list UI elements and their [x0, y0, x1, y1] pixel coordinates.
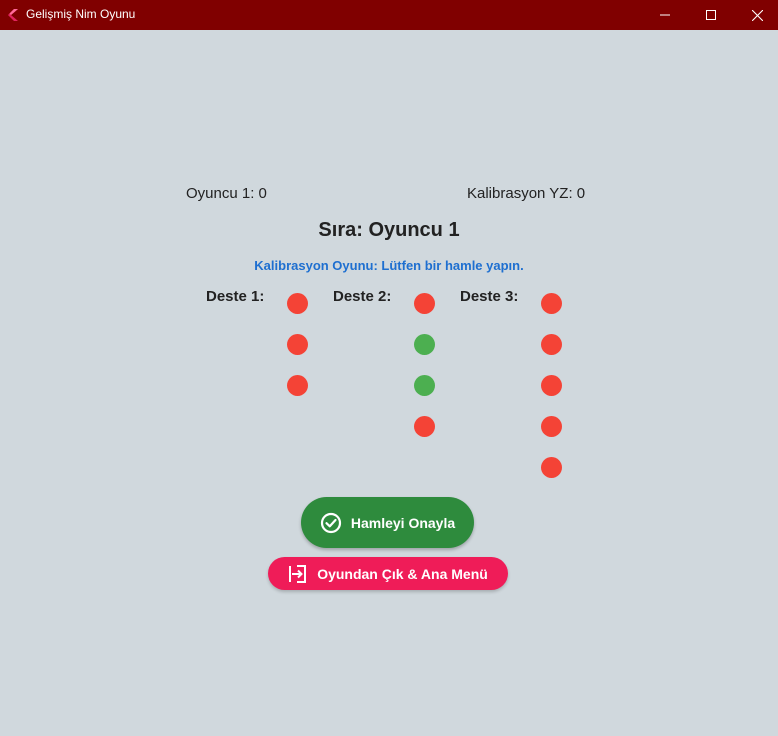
close-icon: [751, 9, 763, 21]
pile-2-stick[interactable]: [414, 375, 435, 396]
status-message: Kalibrasyon Oyunu: Lütfen bir hamle yapı…: [254, 258, 524, 273]
title-bar: Gelişmiş Nim Oyunu: [0, 0, 778, 30]
pile-3-stick[interactable]: [541, 457, 562, 478]
check-circle-icon: [320, 512, 341, 533]
pile-3-stick[interactable]: [541, 334, 562, 355]
pile-1-stick[interactable]: [287, 375, 308, 396]
player1-score: Oyuncu 1: 0: [186, 185, 267, 202]
minimize-icon: [660, 14, 670, 16]
pile-2-stick[interactable]: [414, 416, 435, 437]
confirm-move-label: Hamleyi Onayla: [350, 514, 456, 531]
pile-1-stick[interactable]: [287, 334, 308, 355]
minimize-button[interactable]: [642, 0, 688, 30]
exit-to-menu-label: Oyundan Çık & Ana Menü: [317, 565, 488, 582]
confirm-move-button[interactable]: Hamleyi Onayla: [301, 497, 474, 548]
ai-score: Kalibrasyon YZ: 0: [467, 185, 586, 202]
exit-to-app-icon: [289, 564, 307, 583]
pile-3-stick[interactable]: [541, 375, 562, 396]
pile-3-stick[interactable]: [541, 293, 562, 314]
close-button[interactable]: [734, 0, 778, 30]
pile-2-stick[interactable]: [414, 293, 435, 314]
flutter-app-icon: [8, 9, 18, 21]
pile-3-stick[interactable]: [541, 416, 562, 437]
pile-2-label: Deste 2:: [333, 288, 392, 305]
maximize-button[interactable]: [688, 0, 734, 30]
maximize-icon: [706, 10, 716, 20]
window-title: Gelişmiş Nim Oyunu: [26, 7, 136, 21]
pile-2-stick[interactable]: [414, 334, 435, 355]
pile-1-label: Deste 1:: [206, 288, 265, 305]
turn-indicator: Sıra: Oyuncu 1: [318, 219, 460, 241]
pile-1-stick[interactable]: [287, 293, 308, 314]
exit-to-menu-button[interactable]: Oyundan Çık & Ana Menü: [268, 557, 508, 590]
pile-3-label: Deste 3:: [460, 288, 519, 305]
